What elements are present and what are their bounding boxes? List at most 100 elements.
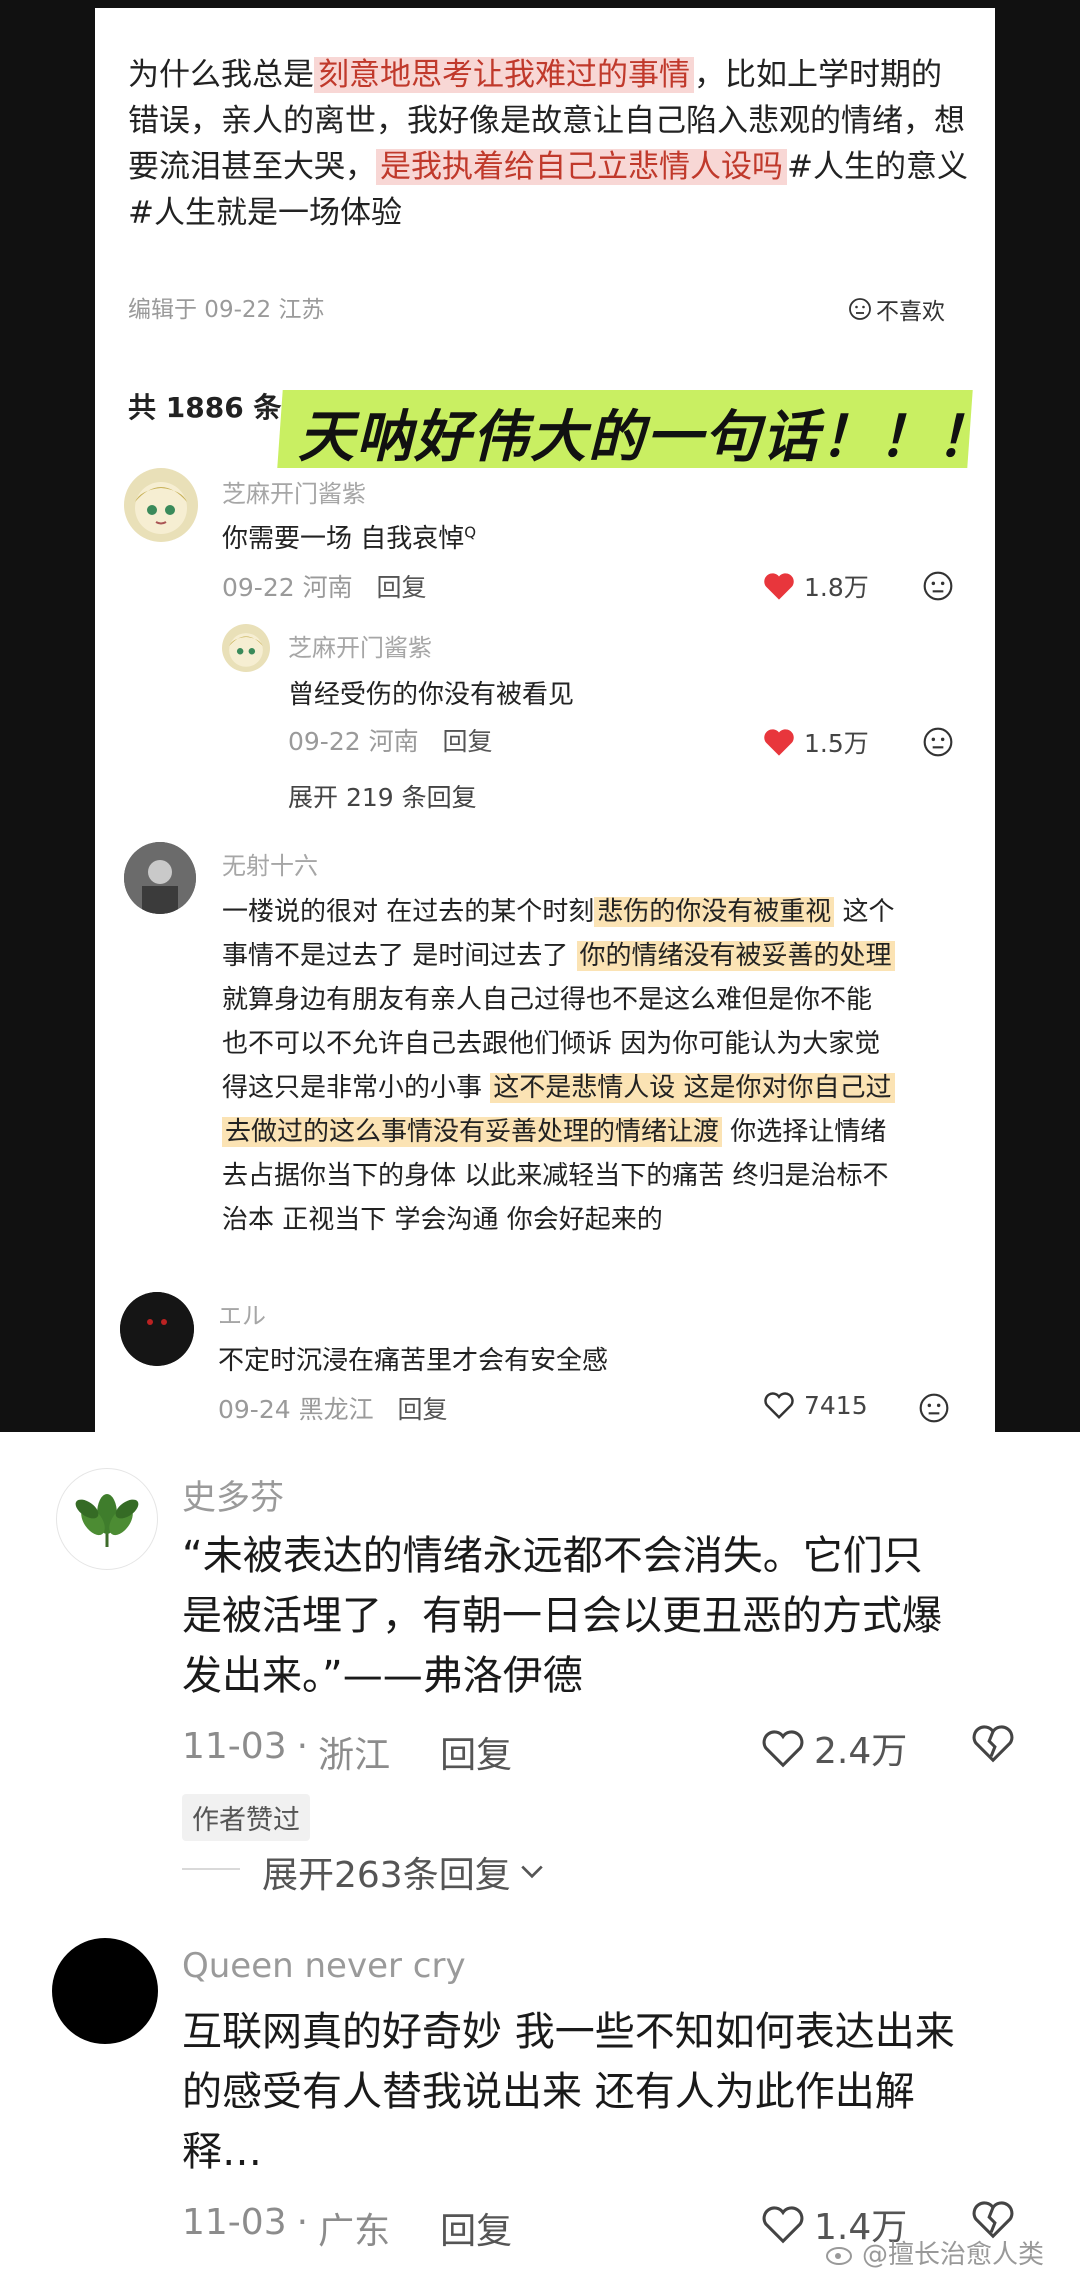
text-line: 就算身边有朋友有亲人自己过得也不是这么难但是你不能: [222, 985, 873, 1015]
like-count: 2.4万: [814, 1731, 908, 1772]
author-liked-badge: 作者赞过: [182, 1794, 310, 1841]
broken-heart-icon[interactable]: [970, 1722, 1016, 1764]
text-line: 是被活埋了，有朝一日会以更丑恶的方式爆: [182, 1593, 942, 1639]
expand-replies-label: 展开263条回复: [262, 1855, 511, 1896]
post-highlight-2: 是我执着给自己立悲情人设吗: [376, 149, 787, 185]
like-button[interactable]: 7415: [762, 1390, 868, 1420]
divider: [182, 1868, 240, 1870]
reply-button[interactable]: 回复: [376, 573, 426, 602]
search-suffix: Q: [464, 523, 477, 542]
reply-author[interactable]: 芝麻开门酱紫: [288, 628, 432, 663]
like-button[interactable]: 1.8万: [762, 568, 869, 604]
comment-author[interactable]: 无射十六: [222, 846, 318, 881]
comment-meta: 11-03 · 广东 回复: [182, 2202, 512, 2254]
comment-author[interactable]: 芝麻开门酱紫: [222, 474, 366, 509]
expand-replies-button[interactable]: 展开263条回复: [262, 1846, 545, 1898]
heart-filled-icon: [764, 573, 794, 600]
like-button[interactable]: 1.5万: [762, 724, 869, 760]
dislike-face-icon[interactable]: [918, 1392, 950, 1424]
comment-location: 浙江: [318, 1735, 391, 1776]
text-line: 事情不是过去了 是时间过去了 你的情绪没有被妥善的处理: [222, 934, 962, 978]
dislike-face-icon[interactable]: [922, 570, 954, 602]
avatar[interactable]: [124, 842, 196, 914]
text-segment: 一楼说的很对 在过去的某个时刻: [222, 897, 595, 927]
text-line: 互联网真的好奇妙 我一些不知如何表达出来: [182, 2009, 955, 2055]
reply-button[interactable]: 回复: [440, 1726, 512, 1778]
comment-meta: 09-24 黑龙江 回复: [218, 1390, 447, 1426]
plant-avatar-icon: [75, 1494, 139, 1547]
highlight-segment: 去做过的这么事情没有妥善处理的情绪让渡: [222, 1117, 723, 1147]
text-line: 发出来。”——弗洛伊德: [182, 1653, 583, 1699]
reply-text: 曾经受伤的你没有被看见: [288, 680, 575, 710]
comment-date: 11-03: [182, 1726, 287, 1767]
separator-dot: ·: [296, 1726, 309, 1767]
heart-filled-icon: [764, 729, 794, 756]
comment-date-location: 09-22 河南: [222, 573, 353, 602]
text-line: 一楼说的很对 在过去的某个时刻 悲伤的你没有被重视 这个: [222, 890, 962, 934]
heart-outline-icon: [762, 1730, 804, 1768]
avatar[interactable]: [120, 1292, 194, 1366]
caption-banner: 天呐好伟大的一句话！！！: [298, 405, 994, 470]
reply-date-location: 09-22 河南: [288, 727, 419, 756]
anime-avatar-icon: [229, 633, 263, 667]
post-body: 为什么我总是 刻意地思考让我难过的事情 ，比如上学时期的错误，亲人的离世，我好像是故…: [128, 52, 968, 236]
text-line: 的感受有人替我说出来 还有人为此作出解: [182, 2069, 915, 2115]
text-line: 得这只是非常小的小事 这不是悲情人设 这是你对你自己过: [222, 1066, 962, 1110]
text-segment: 得这只是非常小的小事: [222, 1073, 491, 1103]
separator-dot: ·: [296, 2202, 309, 2243]
dislike-face-icon[interactable]: [922, 726, 954, 758]
comment-date-location: 09-24 黑龙江: [218, 1395, 374, 1424]
comment-text-main: 你需要一场 自我哀悼: [222, 524, 465, 554]
post-text-1: 为什么我总是: [128, 57, 314, 93]
dislike-face-icon: [849, 298, 871, 320]
reply-meta: 09-22 河南 回复: [288, 722, 492, 758]
expand-replies-button[interactable]: 展开 219 条回复: [288, 778, 477, 814]
weibo-logo-icon: [826, 2246, 852, 2265]
comment-date: 11-03: [182, 2202, 287, 2243]
reply-button[interactable]: 回复: [397, 1395, 447, 1424]
comment-text: 不定时沉浸在痛苦里才会有安全感: [218, 1346, 609, 1376]
comment-author[interactable]: エル: [218, 1296, 266, 1331]
avatar[interactable]: [56, 1468, 158, 1570]
text-line: 治本 正视当下 学会沟通 你会好起来的: [222, 1205, 663, 1235]
dark-avatar-icon: [120, 1292, 194, 1366]
chevron-down-icon: [521, 1865, 543, 1879]
reply-button[interactable]: 回复: [440, 2202, 512, 2254]
text-line: “未被表达的情绪永远都不会消失。它们只: [182, 1533, 923, 1579]
watermark: @擅长治愈人类: [826, 2234, 1044, 2271]
post-highlight-1: 刻意地思考让我难过的事情: [314, 57, 694, 93]
comment-author[interactable]: 史多芬: [182, 1470, 284, 1519]
text-line: 释…: [182, 2129, 262, 2175]
avatar[interactable]: [222, 624, 270, 672]
heart-outline-icon: [764, 1392, 794, 1420]
anime-avatar-icon: [135, 482, 187, 534]
dislike-button[interactable]: 不喜欢: [848, 292, 945, 326]
highlight-segment: 这不是悲情人设 这是你对你自己过: [490, 1073, 895, 1103]
comment-location: 广东: [318, 2211, 391, 2252]
post-meta: 编辑于 09-22 江苏: [128, 297, 325, 323]
dislike-label: 不喜欢: [876, 299, 945, 325]
like-count: 1.8万: [804, 573, 869, 602]
text-line: 去做过的这么事情没有妥善处理的情绪让渡 你选择让情绪: [222, 1110, 962, 1154]
heart-outline-icon: [762, 2206, 804, 2244]
comment-text: “未被表达的情绪永远都不会消失。它们只 是被活埋了，有朝一日会以更丑恶的方式爆 …: [182, 1526, 942, 1706]
reply-button[interactable]: 回复: [442, 727, 492, 756]
highlight-segment: 你的情绪没有被妥善的处理: [576, 941, 895, 971]
highlight-segment: 悲伤的你没有被重视: [594, 897, 835, 927]
like-count: 7415: [804, 1390, 868, 1420]
comment-author[interactable]: Queen never cry: [182, 1946, 466, 1986]
like-button[interactable]: 2.4万: [760, 1722, 907, 1774]
comment-long-text: 一楼说的很对 在过去的某个时刻 悲伤的你没有被重视 这个 事情不是过去了 是时间过…: [222, 890, 962, 1242]
text-line: 去占据你当下的身体 以此来减轻当下的痛苦 终归是治标不: [222, 1161, 889, 1191]
avatar[interactable]: [52, 1938, 158, 2044]
text-segment: 你选择让情绪: [722, 1117, 887, 1147]
watermark-text: @擅长治愈人类: [862, 2240, 1045, 2270]
like-count: 1.5万: [804, 729, 869, 758]
comment-meta: 09-22 河南 回复: [222, 568, 426, 604]
text-segment: 事情不是过去了 是时间过去了: [222, 941, 577, 971]
comment-text: 互联网真的好奇妙 我一些不知如何表达出来 的感受有人替我说出来 还有人为此作出解…: [182, 2002, 955, 2182]
avatar[interactable]: [124, 468, 198, 542]
text-segment: 这个: [834, 897, 895, 927]
text-line: 也不可以不允许自己去跟他们倾诉 因为你可能认为大家觉: [222, 1029, 881, 1059]
comment-text: 你需要一场 自我哀悼Q: [222, 518, 476, 555]
